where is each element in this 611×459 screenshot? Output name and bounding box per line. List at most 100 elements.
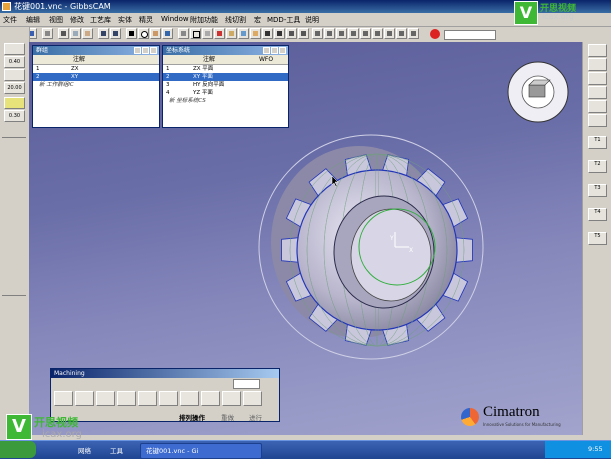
select-tool-button[interactable] [126,28,137,39]
window-title: 花键001.vnc - GibbsCAM [14,2,111,11]
redo-button[interactable] [110,28,121,39]
side-view-button[interactable] [336,28,347,39]
watermark-url: icax.org [542,12,574,21]
snap-toggle-button[interactable] [274,28,285,39]
shaded-view-button[interactable] [178,28,189,39]
wireframe-view-button[interactable] [190,28,201,39]
coords-columns: 注解 WFO [163,55,288,65]
menu-mdd-tools[interactable]: MDD-工具 [267,15,300,25]
hidden-line-button[interactable] [202,28,213,39]
menu-help[interactable]: 说明 [305,15,319,25]
tool-list-button[interactable] [243,391,262,406]
right-tool-5[interactable] [588,100,607,113]
undo-button[interactable] [98,28,109,39]
list-item[interactable]: 2 XY 平面 [163,73,288,81]
measure-button[interactable] [408,28,419,39]
tool-slot-t5[interactable]: T5 [588,232,607,245]
machining-slider[interactable] [233,379,260,389]
left-value-3[interactable]: 0.30 [4,110,25,122]
status-field [444,30,496,40]
right-tool-3[interactable] [588,72,607,85]
drill-op-button[interactable] [54,391,73,406]
menu-view[interactable]: 视图 [49,15,63,25]
thread-op-button[interactable] [201,391,220,406]
tool-slot-t1[interactable]: T1 [588,136,607,149]
menu-macro[interactable]: 宏 [254,15,261,25]
coords-minimize-button[interactable] [271,47,278,54]
right-tool-4[interactable] [588,86,607,99]
pan-tool-button[interactable] [150,28,161,39]
tool-display-button[interactable] [238,28,249,39]
coords-close-button[interactable] [279,47,286,54]
menu-window[interactable]: Window [161,15,189,23]
paste-button[interactable] [82,28,93,39]
rotate-tool-button[interactable] [162,28,173,39]
list-item-new[interactable]: 新 坐标系统CS [163,97,288,105]
left-divider [2,137,26,138]
tool-slot-t2[interactable]: T2 [588,160,607,173]
part-display-button[interactable] [214,28,225,39]
iso-view-button[interactable] [348,28,359,39]
list-item-new[interactable]: 新 工作群组IC [33,81,159,89]
light-button[interactable] [384,28,395,39]
list-item[interactable]: 2 XY [33,73,159,81]
menu-file[interactable]: 文件 [3,15,17,25]
right-tool-1[interactable] [588,44,607,57]
3d-op-button[interactable] [159,391,178,406]
list-item[interactable]: 3 HY 反向平面 [163,81,288,89]
pocket-op-button[interactable] [96,391,115,406]
grid-toggle-button[interactable] [262,28,273,39]
menu-solid[interactable]: 实体 [118,15,132,25]
face-op-button[interactable] [138,391,157,406]
roughing-op-button[interactable] [117,391,136,406]
right-tool-6[interactable] [588,114,607,127]
left-value-2[interactable]: 20.00 [4,82,25,94]
coords-pin-button[interactable] [263,47,270,54]
zoom-tool-button[interactable] [138,28,149,39]
layer-button[interactable] [396,28,407,39]
top-view-button[interactable] [312,28,323,39]
contour-op-button[interactable] [75,391,94,406]
left-value-1[interactable]: 0.40 [4,56,25,68]
proceed-button[interactable]: 进行 [249,412,262,422]
list-item[interactable]: 1 ZX [33,65,159,73]
list-item[interactable]: 4 YZ 平面 [163,89,288,97]
left-tool-1[interactable] [4,43,25,55]
turn-op-button[interactable] [180,391,199,406]
menu-wire-edm[interactable]: 线切割 [225,15,246,25]
groups-minimize-button[interactable] [142,47,149,54]
run-operations-button[interactable]: 排列操作 [179,412,205,422]
right-toolbar: T1 T2 T3 T4 T5 [582,42,611,435]
menu-process-library[interactable]: 工艺库 [90,15,111,25]
taskbar-network[interactable]: 网络 [78,445,91,455]
list-item[interactable]: 1 ZX 平面 [163,65,288,73]
taskbar-active-window-label: 花键001.vnc - Gi [146,447,199,455]
copy-button[interactable] [70,28,81,39]
menu-modify[interactable]: 修改 [70,15,84,25]
groups-pin-button[interactable] [134,47,141,54]
tool-slot-t3[interactable]: T3 [588,184,607,197]
flag-button[interactable] [286,28,297,39]
groups-close-button[interactable] [150,47,157,54]
tool-slot-t4[interactable]: T4 [588,208,607,221]
left-tool-highlight[interactable] [4,97,25,109]
redo-operation-button[interactable]: 重做 [221,412,234,422]
front-view-button[interactable] [324,28,335,39]
stock-display-button[interactable] [250,28,261,39]
print-button[interactable] [42,28,53,39]
verify-button[interactable] [222,391,241,406]
menu-wizard[interactable]: 精灵 [139,15,153,25]
cut-button[interactable] [58,28,69,39]
render-button[interactable] [372,28,383,39]
left-tool-2[interactable] [4,69,25,81]
fit-view-button[interactable] [360,28,371,39]
menu-edit[interactable]: 编辑 [26,15,40,25]
view-navigator-wheel[interactable] [507,61,569,123]
menu-plugins[interactable]: 附加功能 [190,15,218,25]
right-tool-2[interactable] [588,58,607,71]
solid-display-button[interactable] [226,28,237,39]
start-button[interactable] [0,441,36,458]
sum-button[interactable] [298,28,309,39]
stop-icon[interactable] [430,29,440,39]
taskbar-tools[interactable]: 工具 [110,445,123,455]
